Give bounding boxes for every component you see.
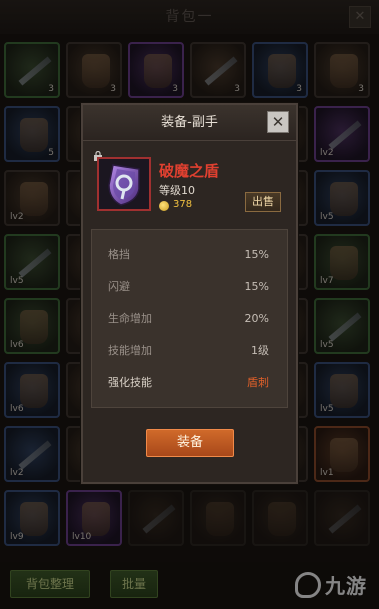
- item-icon-frame[interactable]: [97, 157, 151, 211]
- stat-row: 闪避 15%: [92, 272, 287, 302]
- stat-value: 15%: [244, 248, 269, 261]
- stat-key: 强化技能: [108, 376, 152, 389]
- coin-icon: [159, 201, 169, 211]
- stat-row: 生命增加 20%: [92, 304, 287, 334]
- modal-title: 装备-副手: [161, 115, 218, 130]
- modal-close-button[interactable]: ✕: [267, 111, 289, 133]
- stat-row: 格挡 15%: [92, 240, 287, 270]
- stat-row: 强化技能 盾刺: [92, 368, 287, 398]
- stat-value: 盾刺: [247, 376, 269, 389]
- stat-key: 格挡: [108, 248, 130, 261]
- stat-value: 1级: [251, 344, 269, 357]
- modal-header: 装备-副手 ✕: [83, 105, 296, 141]
- equip-button[interactable]: 装备: [146, 429, 234, 457]
- stat-value: 20%: [244, 312, 269, 325]
- stat-key: 技能增加: [108, 344, 152, 357]
- item-name: 破魔之盾: [159, 162, 220, 180]
- equipment-modal: 装备-副手 ✕ 破魔之盾 等级10 378 出售 格挡 15% 闪避 15% 生…: [81, 103, 298, 484]
- item-level: 等级10: [159, 184, 195, 197]
- item-price: 378: [173, 199, 193, 210]
- shield-icon: [108, 164, 140, 206]
- stat-key: 闪避: [108, 280, 130, 293]
- stat-key: 生命增加: [108, 312, 152, 325]
- stats-panel: 格挡 15% 闪避 15% 生命增加 20% 技能增加 1级 强化技能 盾刺: [91, 229, 288, 408]
- stat-row: 技能增加 1级: [92, 336, 287, 366]
- stat-value: 15%: [244, 280, 269, 293]
- sell-button[interactable]: 出售: [245, 192, 281, 212]
